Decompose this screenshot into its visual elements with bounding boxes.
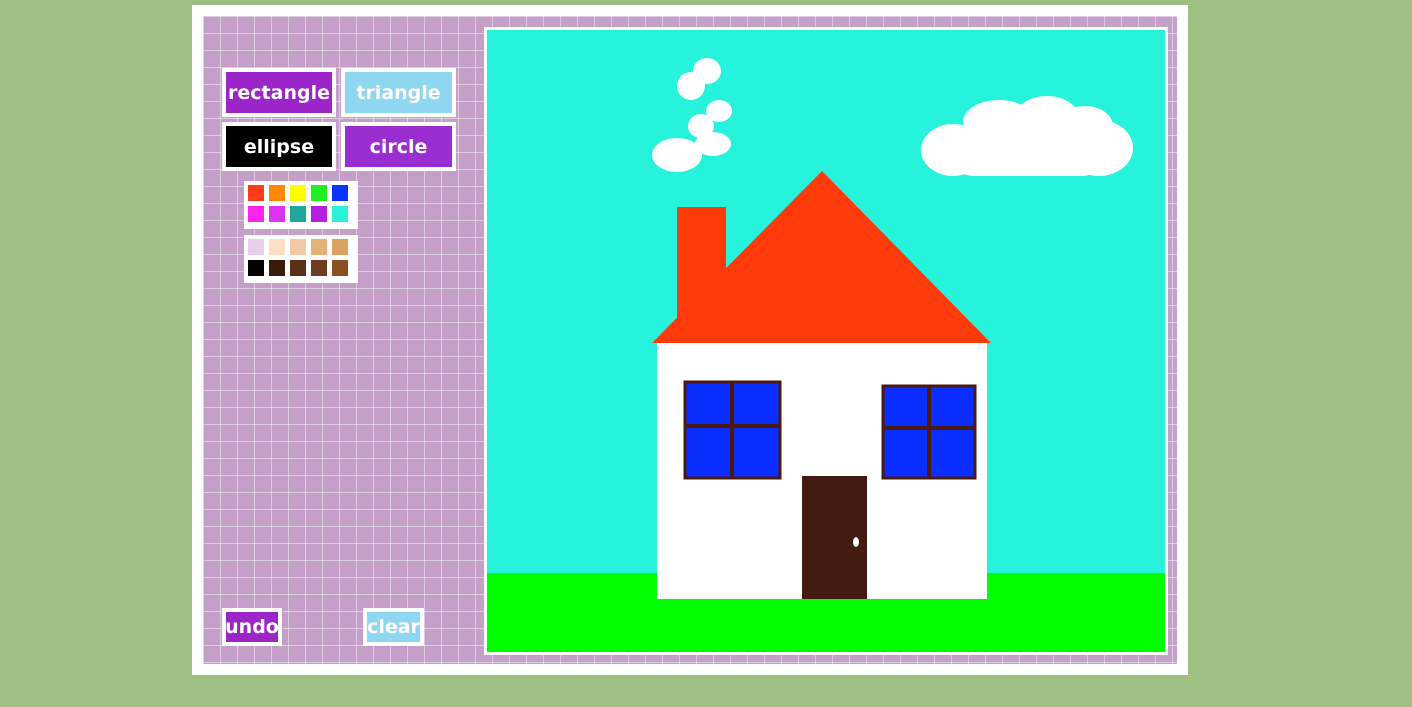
tone-color-swatch[interactable]: [248, 260, 264, 276]
bright-color-palette: [244, 181, 358, 229]
tone-color-swatch[interactable]: [332, 239, 348, 255]
bright-color-swatch[interactable]: [269, 185, 285, 201]
smoke-puff: [652, 138, 702, 172]
tone-color-swatch[interactable]: [269, 239, 285, 255]
bright-color-swatch[interactable]: [332, 206, 348, 222]
tone-color-swatch[interactable]: [332, 260, 348, 276]
bright-color-swatch[interactable]: [311, 206, 327, 222]
smoke-puff: [706, 100, 732, 122]
tone-color-swatch[interactable]: [290, 260, 306, 276]
tone-color-swatch[interactable]: [311, 239, 327, 255]
tone-color-swatch[interactable]: [311, 260, 327, 276]
undo-button[interactable]: undo: [222, 608, 282, 646]
triangle-button[interactable]: triangle: [341, 68, 456, 117]
clear-button[interactable]: clear: [363, 608, 424, 646]
left-window: [683, 380, 782, 480]
right-window: [881, 384, 977, 480]
door-knob: [853, 537, 859, 547]
tone-color-swatch[interactable]: [290, 239, 306, 255]
smoke-puff: [693, 58, 721, 84]
bright-color-swatch[interactable]: [311, 185, 327, 201]
tone-color-swatch[interactable]: [269, 260, 285, 276]
bright-color-swatch[interactable]: [248, 185, 264, 201]
tone-color-swatch[interactable]: [248, 239, 264, 255]
tone-color-palette: [244, 235, 358, 283]
drawing-canvas[interactable]: [484, 27, 1168, 655]
circle-button[interactable]: circle: [341, 122, 456, 171]
bright-color-swatch[interactable]: [290, 206, 306, 222]
drawing-svg: [487, 30, 1165, 652]
app-frame: rectangle triangle ellipse circle undo c…: [192, 5, 1188, 675]
toolbar-panel: rectangle triangle ellipse circle undo c…: [203, 16, 1177, 664]
ellipse-button[interactable]: ellipse: [222, 122, 336, 171]
bright-color-swatch[interactable]: [332, 185, 348, 201]
bright-color-swatch[interactable]: [290, 185, 306, 201]
bright-color-swatch[interactable]: [269, 206, 285, 222]
bright-color-swatch[interactable]: [248, 206, 264, 222]
rectangle-button[interactable]: rectangle: [222, 68, 336, 117]
